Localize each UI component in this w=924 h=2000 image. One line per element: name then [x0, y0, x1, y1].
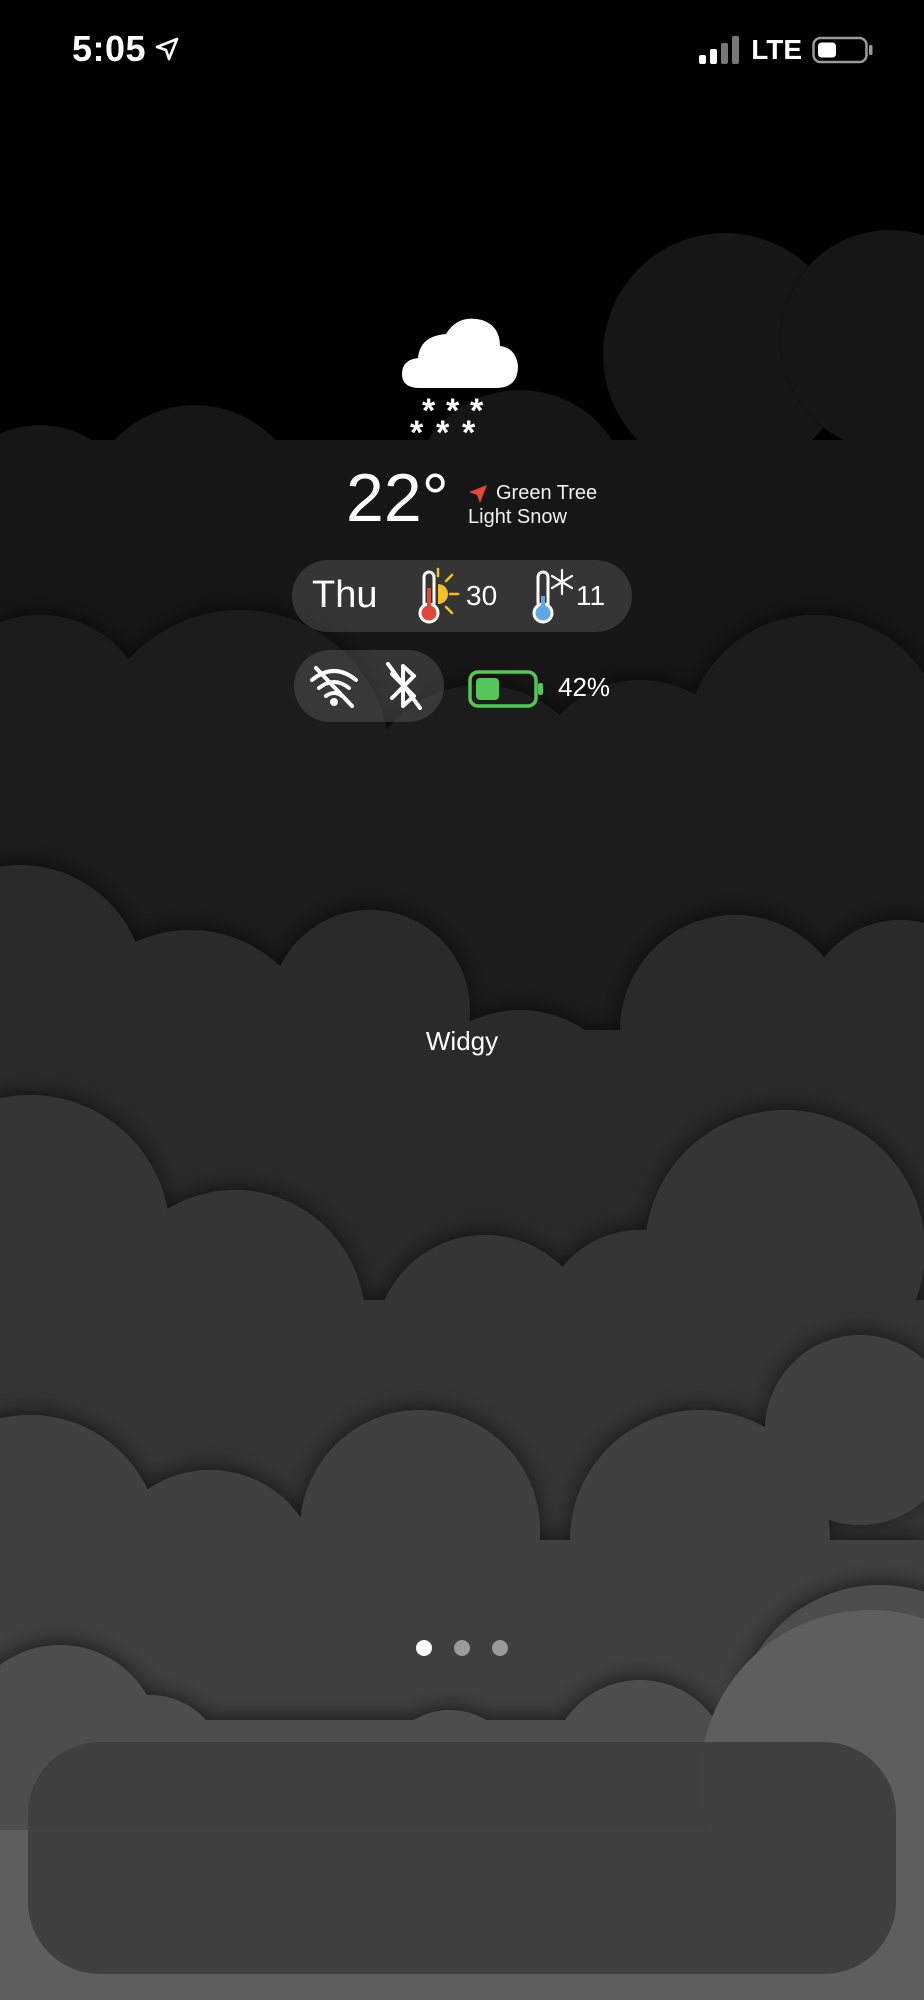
- page-dot-3[interactable]: [492, 1640, 508, 1656]
- status-right-group: LTE: [699, 34, 874, 66]
- forecast-high: 30: [466, 580, 498, 611]
- battery-level-icon: [468, 670, 543, 708]
- bluetooth-off-icon: [386, 662, 422, 710]
- forecast-day: Thu: [312, 574, 378, 616]
- status-time-group: 5:05: [72, 28, 180, 70]
- thermometer-sun-icon: [418, 567, 460, 624]
- thermometer-snow-icon: [532, 568, 574, 624]
- location-arrow-icon: [155, 37, 179, 61]
- location-group: Green Tree: [468, 482, 597, 505]
- svg-text:*: *: [462, 414, 476, 440]
- location-arrow-icon: [469, 484, 487, 503]
- cloud-snow-icon: * * * * * *: [402, 318, 518, 440]
- current-temperature: 22°: [346, 460, 449, 536]
- page-dot-1[interactable]: [416, 1640, 432, 1656]
- battery-percent: 42%: [558, 672, 611, 702]
- page-dot-2[interactable]: [454, 1640, 470, 1656]
- widget-app-label: Widgy: [425, 1026, 499, 1056]
- network-type: LTE: [751, 34, 802, 65]
- wifi-off-icon: [310, 666, 358, 708]
- forecast-low: 11: [576, 580, 606, 611]
- status-time: 5:05: [72, 28, 147, 69]
- page-indicator[interactable]: [0, 1640, 924, 1656]
- weather-condition: Light Snow: [468, 506, 567, 528]
- svg-text:*: *: [410, 414, 424, 440]
- cellular-signal-icon: [699, 36, 740, 64]
- svg-text:*: *: [436, 414, 450, 440]
- status-bar: 5:05 LTE: [0, 0, 924, 100]
- svg-text:*: *: [422, 392, 436, 430]
- location-name: Green Tree: [496, 482, 598, 504]
- dock: [28, 1742, 896, 1974]
- battery-icon: [812, 36, 873, 64]
